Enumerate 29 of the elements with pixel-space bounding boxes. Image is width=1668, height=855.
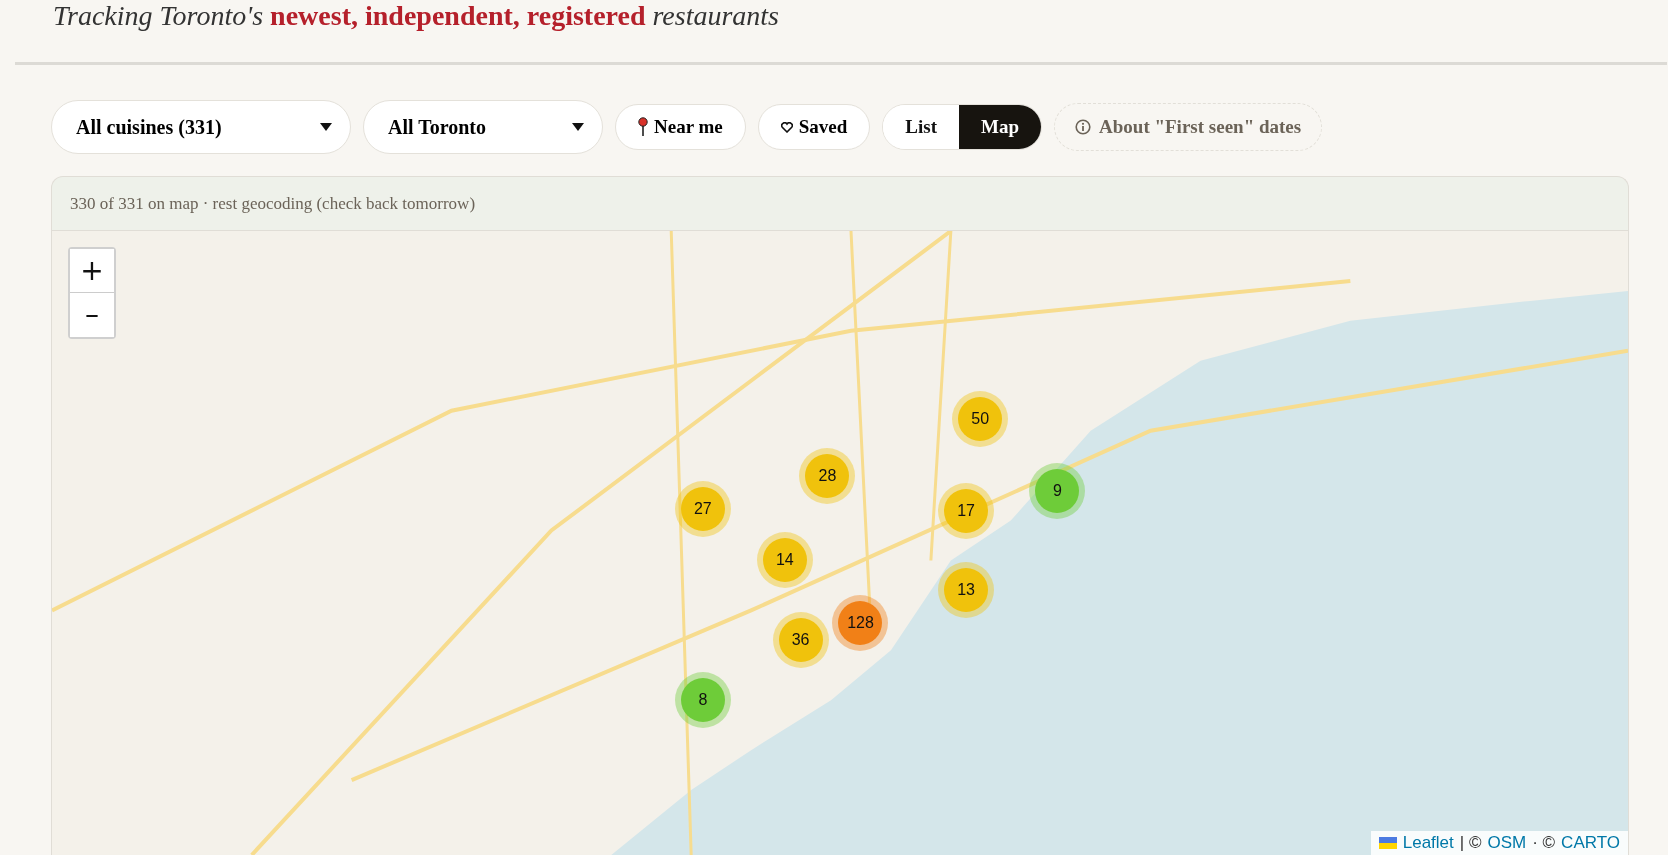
- pin-icon: [638, 117, 648, 137]
- saved-button[interactable]: Saved: [757, 104, 871, 150]
- flag-icon: [1378, 837, 1397, 849]
- cluster-marker[interactable]: 27: [674, 481, 731, 538]
- attribution-link[interactable]: CARTO: [1561, 833, 1620, 853]
- dropdown-select[interactable]: All cuisines (331): [51, 100, 351, 154]
- cluster-marker[interactable]: 36: [772, 611, 829, 668]
- cluster-marker[interactable]: 8: [674, 672, 731, 729]
- cluster-marker[interactable]: 9: [1029, 463, 1086, 520]
- attribution-link[interactable]: Leaflet: [1402, 833, 1454, 853]
- tagline: Tracking Toronto's newest, independent, registered restaurants: [52, 0, 781, 32]
- attribution-text: | ©: [1459, 833, 1482, 853]
- caret-icon: [320, 123, 332, 131]
- attribution-link[interactable]: OSM: [1487, 833, 1527, 853]
- heart-icon: [780, 121, 793, 133]
- view-tab[interactable]: Map: [959, 105, 1042, 149]
- status-text: 330 of 331 on map · rest geocoding (check back tomorrow): [70, 193, 476, 214]
- cluster-marker[interactable]: 13: [938, 561, 995, 618]
- caret-icon: [572, 123, 584, 131]
- dropdown-select[interactable]: All Toronto: [363, 100, 603, 154]
- info-icon: [1075, 119, 1092, 135]
- cluster-marker[interactable]: 14: [756, 531, 813, 588]
- cluster-marker[interactable]: 17: [938, 483, 995, 540]
- cluster-marker[interactable]: 128: [832, 594, 889, 651]
- cluster-marker[interactable]: 50: [952, 390, 1009, 447]
- attribution-text: · ©: [1532, 833, 1556, 853]
- zoom-in-button[interactable]: +: [70, 249, 114, 293]
- cluster-marker[interactable]: 28: [799, 448, 856, 505]
- near-me-button[interactable]: Near me: [615, 104, 746, 150]
